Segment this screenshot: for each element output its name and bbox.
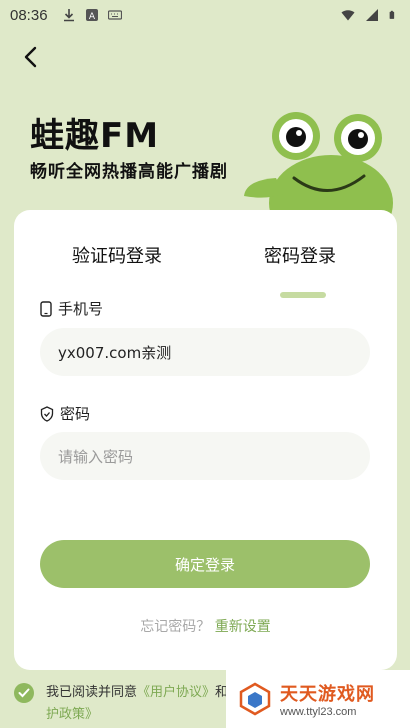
battery-icon [389, 10, 395, 19]
back-arrow-icon [24, 46, 37, 68]
status-system-icons [341, 8, 398, 22]
agreement-prefix: 我已阅读并同意 [46, 685, 138, 700]
privacy-policy-link[interactable]: 护政策》 [46, 707, 98, 722]
forgot-password-row: 忘记密码？ 重新设置 [14, 616, 397, 636]
status-bar: 08:36 A [0, 0, 410, 30]
back-button[interactable] [16, 42, 46, 72]
watermark-title: 天天游戏网 [280, 684, 375, 705]
agreement-text: 我已阅读并同意《用户协议》和 护政策》 [46, 682, 228, 726]
phone-label: 手机号 [40, 298, 103, 319]
watermark-url: www.ttyl23.com [280, 706, 357, 718]
login-card: 验证码登录 密码登录 手机号 yx007.com亲测 密码 请输入密码 确定登录… [14, 210, 397, 670]
watermark-logo-icon [239, 682, 271, 716]
agreement-row: 我已阅读并同意《用户协议》和 护政策》 [14, 682, 244, 726]
wifi-icon [341, 10, 355, 21]
keyboard-icon [107, 10, 122, 20]
password-label: 密码 [40, 403, 90, 424]
user-agreement-link[interactable]: 《用户协议》 [137, 685, 215, 700]
active-tab-indicator [280, 292, 326, 298]
watermark-banner: 天天游戏网 www.ttyl23.com [226, 670, 410, 728]
status-time: 08:36 [10, 6, 48, 24]
phone-icon [40, 300, 52, 317]
status-notification-icons: A [62, 8, 122, 22]
forgot-password-text: 忘记密码？ [140, 619, 211, 635]
shield-icon [40, 405, 54, 422]
phone-input[interactable]: yx007.com亲测 [40, 328, 370, 376]
brand-title: 蛙趣FM [30, 116, 160, 156]
signal-icon [366, 9, 378, 21]
frog-mascot-illustration [244, 112, 393, 218]
check-icon [18, 688, 30, 698]
reset-password-link[interactable]: 重新设置 [215, 619, 271, 635]
tab-password-login[interactable]: 密码登录 [264, 242, 336, 268]
password-input[interactable]: 请输入密码 [40, 432, 370, 480]
agreement-checkbox[interactable] [14, 683, 34, 703]
download-icon [63, 9, 74, 22]
confirm-login-button[interactable]: 确定登录 [40, 540, 370, 588]
tab-sms-login[interactable]: 验证码登录 [72, 242, 162, 268]
password-label-text: 密码 [60, 405, 91, 423]
phone-label-text: 手机号 [58, 300, 104, 318]
brand-subtitle: 畅听全网热播高能广播剧 [30, 162, 228, 182]
a-icon: A [85, 9, 98, 22]
watermark-text: 天天游戏网 www.ttyl23.com [280, 680, 375, 718]
svg-text:A: A [88, 12, 95, 22]
